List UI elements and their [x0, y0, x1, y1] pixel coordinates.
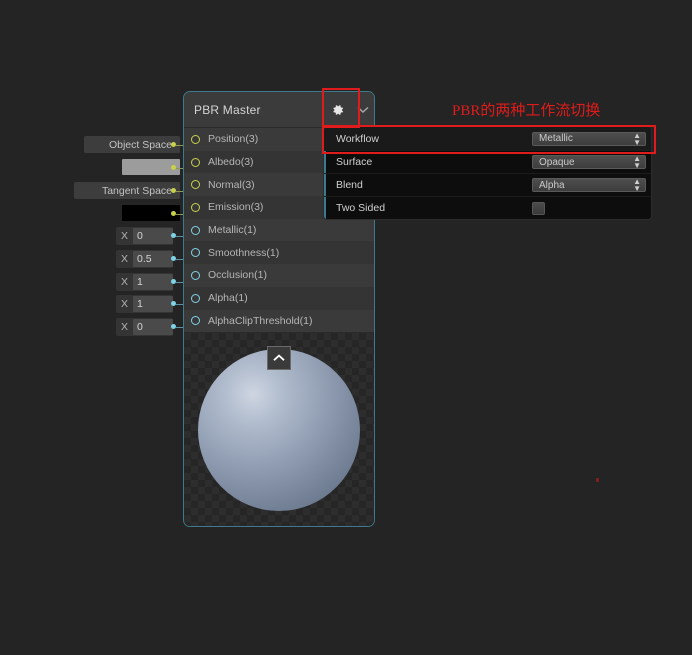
axis-label-x: X	[120, 276, 128, 288]
node-preview[interactable]	[184, 332, 374, 527]
port-albedo[interactable]	[191, 157, 200, 167]
slot-label: Metallic(1)	[208, 224, 257, 237]
input-widget-metallic[interactable]: X 0	[116, 224, 188, 247]
edge-stub	[183, 275, 184, 276]
input-widget-albedo[interactable]	[84, 156, 188, 179]
edge-stub	[183, 139, 184, 140]
edge-stub	[183, 230, 184, 231]
number-field-alpha[interactable]: X 1	[116, 295, 173, 313]
number-value-metallic[interactable]: 0	[133, 228, 173, 244]
edge-stub	[183, 298, 184, 299]
port-normal[interactable]	[191, 180, 200, 190]
enum-dropdown-surface[interactable]: Opaque ▲ ▼	[532, 154, 646, 170]
number-value-alpha[interactable]: 1	[133, 296, 173, 312]
enum-dropdown-blend[interactable]: Alpha ▲ ▼	[532, 177, 646, 193]
edge-stub	[183, 321, 184, 322]
enum-object-space-value: Object Space	[108, 138, 172, 151]
slot-label: Emission(3)	[208, 201, 264, 214]
number-field-occlusion[interactable]: X 1	[116, 273, 173, 291]
enum-object-space[interactable]: Object Space	[84, 136, 180, 153]
port-alpha[interactable]	[191, 293, 200, 303]
port-position[interactable]	[191, 134, 200, 144]
slot-label: Albedo(3)	[208, 156, 254, 169]
enum-value-blend: Alpha	[539, 179, 565, 191]
annotation-box-gear	[322, 88, 360, 128]
port-metallic[interactable]	[191, 225, 200, 235]
chevron-up-icon	[273, 354, 285, 362]
stray-red-dot	[596, 478, 599, 482]
edge-stub	[183, 185, 184, 186]
slot-label: Normal(3)	[208, 178, 255, 191]
slot-label: Position(3)	[208, 133, 259, 146]
edge-stub	[183, 253, 184, 254]
port-occlusion[interactable]	[191, 270, 200, 280]
input-widget-normal[interactable]: Tangent Space	[74, 179, 188, 202]
setting-row-blend[interactable]: Blend Alpha ▲ ▼	[324, 173, 651, 196]
axis-label-x: X	[120, 321, 128, 333]
checkbox-two-sided[interactable]	[532, 201, 545, 215]
port-alphaclipthreshold[interactable]	[191, 316, 200, 326]
slot-smoothness[interactable]: Smoothness(1)	[183, 241, 374, 265]
slot-label: AlphaClipThreshold(1)	[208, 314, 313, 327]
updown-arrow-icon: ▲ ▼	[633, 177, 641, 193]
number-value-occlusion[interactable]: 1	[133, 274, 173, 290]
input-widget-alphaclipthreshold[interactable]: X 0	[116, 315, 188, 338]
port-smoothness[interactable]	[191, 248, 200, 258]
updown-arrow-icon: ▲ ▼	[633, 154, 641, 170]
annotation-box-workflow	[322, 125, 656, 154]
preview-sphere	[198, 348, 360, 511]
setting-label-two-sided: Two Sided	[336, 202, 386, 214]
number-field-alphaclipthreshold[interactable]: X 0	[116, 318, 173, 336]
number-field-smoothness[interactable]: X 0.5	[116, 250, 173, 268]
number-value-smoothness[interactable]: 0.5	[133, 251, 173, 267]
preview-collapse-button[interactable]	[267, 346, 291, 371]
slot-alpha[interactable]: Alpha(1)	[183, 286, 374, 310]
edge-stub	[183, 207, 184, 208]
slot-label: Smoothness(1)	[208, 246, 280, 259]
node-title: PBR Master	[194, 102, 261, 117]
slot-label: Occlusion(1)	[208, 269, 267, 282]
input-widget-alpha[interactable]: X 1	[116, 292, 188, 315]
slot-metallic[interactable]: Metallic(1)	[183, 218, 374, 242]
enum-tangent-space-value: Tangent Space	[101, 184, 172, 197]
setting-row-two-sided[interactable]: Two Sided	[324, 196, 651, 219]
slot-label: Alpha(1)	[208, 292, 248, 305]
setting-label-blend: Blend	[336, 179, 363, 191]
port-emission[interactable]	[191, 202, 200, 212]
edge-stub	[183, 162, 184, 163]
input-widget-occlusion[interactable]: X 1	[116, 270, 188, 293]
slot-occlusion[interactable]: Occlusion(1)	[184, 264, 374, 287]
setting-label-surface: Surface	[336, 156, 373, 168]
axis-label-x: X	[120, 298, 128, 310]
annotation-note: PBR的两种工作流切换	[452, 103, 601, 119]
enum-tangent-space[interactable]: Tangent Space	[74, 182, 180, 199]
input-widget-emission[interactable]	[84, 202, 188, 225]
enum-value-surface: Opaque	[539, 156, 575, 168]
slot-alphaclipthreshold[interactable]: AlphaClipThreshold(1)	[183, 309, 374, 333]
input-widget-smoothness[interactable]: X 0.5	[116, 247, 188, 270]
number-field-metallic[interactable]: X 0	[116, 227, 173, 245]
axis-label-x: X	[120, 230, 128, 242]
number-value-alphaclipthreshold[interactable]: 0	[133, 319, 173, 335]
input-widget-position[interactable]: Object Space	[84, 133, 188, 156]
axis-label-x: X	[120, 253, 128, 265]
